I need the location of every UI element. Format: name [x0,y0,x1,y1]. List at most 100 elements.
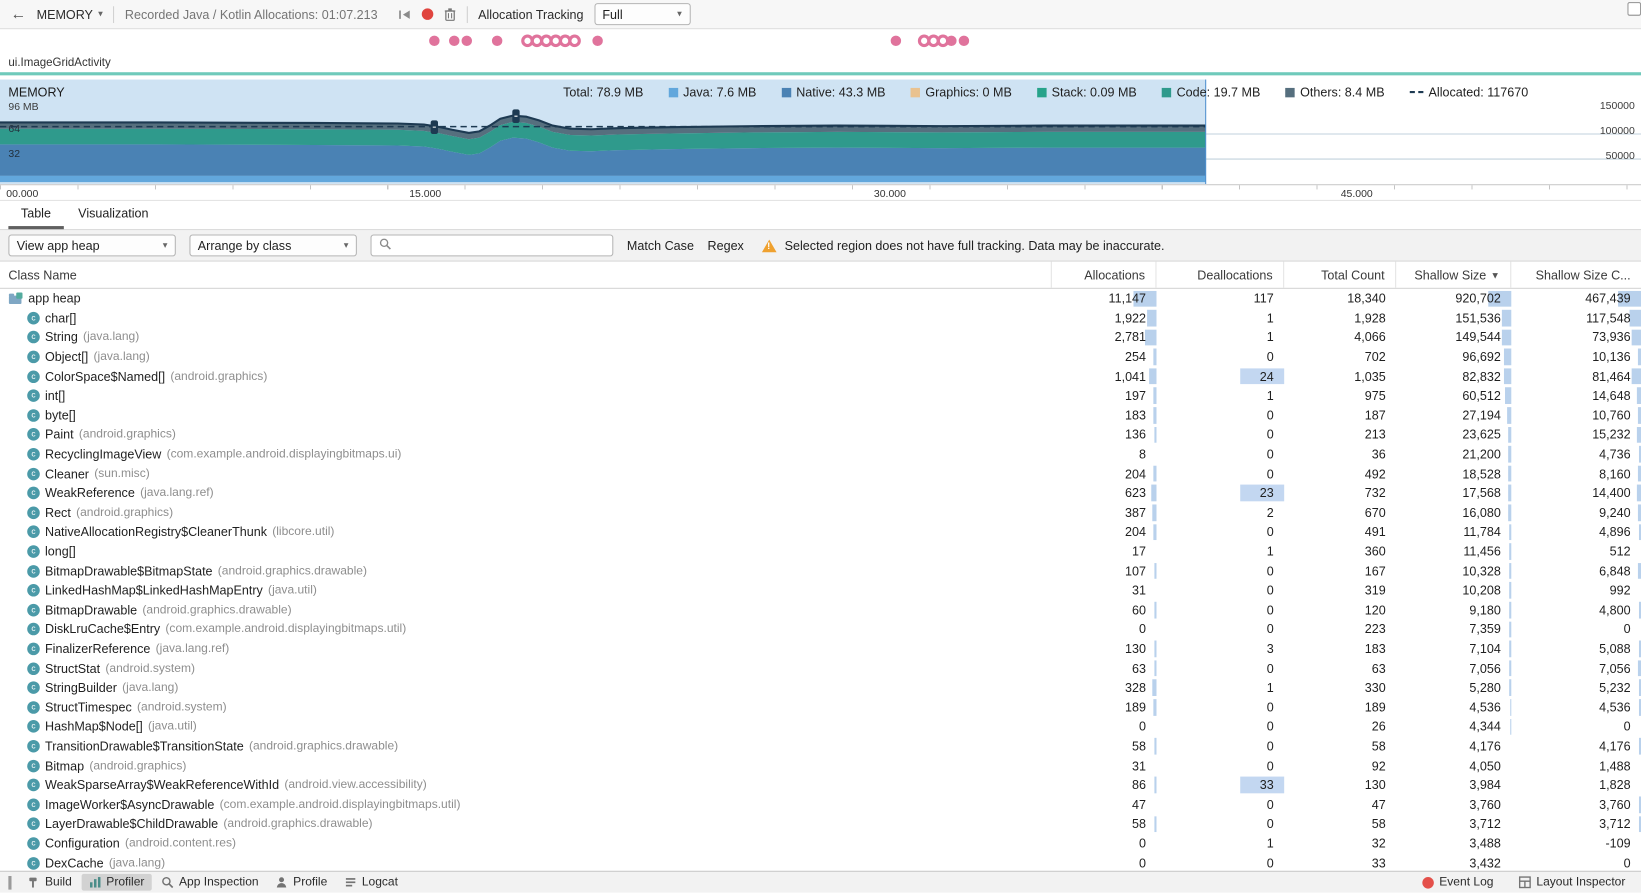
table-row[interactable]: c String (java.lang) 2,781 1 4,066 149,5… [0,328,1641,347]
column-allocations[interactable]: Allocations [1052,261,1157,288]
table-row[interactable]: c ImageWorker$AsyncDrawable (com.example… [0,795,1641,814]
cell-shallow-size: 149,544 [1396,328,1512,347]
memory-chart[interactable]: MEMORY 96 MB 64 32 Total: 78.9 MB Java: 7… [0,79,1641,185]
event-marker [890,35,902,47]
cell-deallocations: 33 [1156,775,1285,794]
heap-select[interactable]: View app heap ▾ [8,234,176,257]
package-name: (android.graphics.drawable) [142,603,292,617]
column-shallow-size-current[interactable]: Shallow Size C... [1511,262,1641,288]
class-name: LinkedHashMap$LinkedHashMapEntry [45,583,263,598]
legend-item: Code: 19.7 MB [1161,85,1260,99]
class-icon: c [27,467,40,481]
table-row[interactable]: c LinkedHashMap$LinkedHashMapEntry (java… [0,581,1641,600]
profile-icon [275,876,288,889]
event-marker [568,34,581,48]
table-row[interactable]: c DexCache (java.lang) 0 0 33 3,432 0 [0,853,1641,871]
table-row[interactable]: c BitmapDrawable (android.graphics.drawa… [0,600,1641,619]
table-row[interactable]: c char[] 1,922 1 1,928 151,536 117,548 [0,308,1641,327]
statusbar-item-logcat[interactable]: Logcat [337,874,406,891]
column-class-name[interactable]: Class Name [0,261,1052,288]
allocation-tracking-select[interactable]: Full ▾ [593,3,691,26]
legend-item: Others: 8.4 MB [1285,85,1385,99]
cell-shallow-size: 3,712 [1469,816,1501,832]
arrange-select[interactable]: Arrange by class ▾ [189,234,357,257]
table-row[interactable]: c FinalizerReference (java.lang.ref) 130… [0,639,1641,658]
table-row[interactable]: c Bitmap (android.graphics) 31 0 92 4,05… [0,756,1641,775]
package-name: (com.example.android.displayingbitmaps.u… [166,447,402,461]
cell-shallow-size-current: 7,056 [1511,659,1641,678]
cell-shallow-size-current: 1,828 [1599,777,1631,793]
cell-deallocations: 1 [1266,330,1274,345]
column-shallow-size[interactable]: Shallow Size ▼ [1396,261,1512,288]
warning-icon: ! [761,239,777,252]
cell-deallocations: 0 [1266,661,1274,676]
table-row[interactable]: c WeakReference (java.lang.ref) 623 23 7… [0,483,1641,502]
table-row[interactable]: c Cleaner (sun.misc) 204 0 492 18,528 8,… [0,464,1641,483]
back-button[interactable]: ← [10,5,26,23]
table-row[interactable]: c HashMap$Node[] (java.util) 0 0 26 4,34… [0,717,1641,736]
table-row[interactable]: c BitmapDrawable$BitmapState (android.gr… [0,561,1641,580]
trash-icon[interactable] [444,7,457,21]
tab-table[interactable]: Table [8,201,64,230]
table-row[interactable]: c int[] 197 1 975 60,512 14,648 [0,386,1641,405]
table-row[interactable]: c LayerDrawable$ChildDrawable (android.g… [0,814,1641,833]
table-row[interactable]: c Rect (android.graphics) 387 2 670 16,0… [0,503,1641,522]
cell-allocations: 387 [1052,503,1157,522]
chevron-down-icon: ▾ [343,239,349,251]
cell-deallocations: 1 [1266,836,1274,851]
cell-deallocations: 0 [1266,855,1274,871]
column-total-count[interactable]: Total Count [1284,261,1397,288]
class-name: Paint [45,427,74,443]
statusbar-right: Event Log Layout Inspector [1415,874,1633,891]
chevron-down-icon: ▾ [98,8,103,19]
cell-total-count: 1,928 [1354,310,1386,326]
table-row[interactable]: c byte[] 183 0 187 27,194 10,760 [0,406,1641,425]
heap-icon [8,292,23,305]
statusbar-item-build[interactable]: Build [20,874,79,891]
package-name: (java.lang) [93,350,150,364]
table-row[interactable]: c TransitionDrawable$TransitionState (an… [0,736,1641,755]
class-name: char[] [45,310,77,326]
table-row[interactable]: c StructTimespec (android.system) 189 0 … [0,698,1641,717]
statusbar-item-app-inspection[interactable]: App Inspection [154,874,266,891]
statusbar-item-layout-inspector[interactable]: Layout Inspector [1511,874,1632,891]
regex-checkbox[interactable]: Regex [708,1,1641,253]
table-row[interactable]: c StructStat (android.system) 63 0 63 7,… [0,659,1641,678]
cell-shallow-size: 27,194 [1396,406,1512,425]
search-field[interactable] [370,234,614,257]
table-row[interactable]: app heap 11,147 117 18,340 920,702 467,4… [0,289,1641,308]
statusbar-item-event-log[interactable]: Event Log [1415,874,1501,891]
class-name: DexCache [45,855,104,871]
table-row[interactable]: c ColorSpace$Named[] (android.graphics) … [0,367,1641,386]
table-row[interactable]: c RecyclingImageView (com.example.androi… [0,445,1641,464]
table-row[interactable]: c DiskLruCache$Entry (com.example.androi… [0,620,1641,639]
column-deallocations[interactable]: Deallocations [1156,261,1285,288]
statusbar-item-profiler[interactable]: Profiler [81,873,152,891]
cell-allocations: 0 [1139,836,1147,851]
match-case-checkbox[interactable]: Match Case [627,1,1641,253]
search-input[interactable] [397,237,605,254]
session-selector[interactable]: MEMORY ▾ [37,7,103,22]
statusbar-item-profile[interactable]: Profile [268,874,335,891]
event-marker [461,35,473,47]
cell-shallow-size: 11,784 [1396,522,1512,541]
session-label: MEMORY [36,6,93,22]
table-row[interactable]: c Object[] (java.lang) 254 0 702 96,692 … [0,347,1641,366]
tool-window-stripe[interactable] [8,875,12,890]
table-row[interactable]: c Configuration (android.content.res) 0 … [0,834,1641,853]
table-row[interactable]: c Paint (android.graphics) 136 0 213 23,… [0,425,1641,444]
table-row[interactable]: c long[] 17 1 360 11,456 512 [0,542,1641,561]
package-name: (android.graphics) [170,370,268,383]
hammer-icon [27,876,40,889]
cell-shallow-size-current: 0 [1623,719,1631,735]
table-row[interactable]: c WeakSparseArray$WeakReferenceWithId (a… [0,775,1641,794]
jump-to-live-icon[interactable] [398,9,412,19]
tab-visualization[interactable]: Visualization [66,201,161,229]
class-name: NativeAllocationRegistry$CleanerThunk [45,524,267,540]
package-name: (java.util) [147,720,197,733]
legend-item: Native: 43.3 MB [781,85,886,99]
table-row[interactable]: c StringBuilder (java.lang) 328 1 330 5,… [0,678,1641,697]
cell-shallow-size: 7,056 [1396,659,1512,678]
table-row[interactable]: c NativeAllocationRegistry$CleanerThunk … [0,522,1641,541]
stop-recording-button[interactable] [421,8,434,20]
